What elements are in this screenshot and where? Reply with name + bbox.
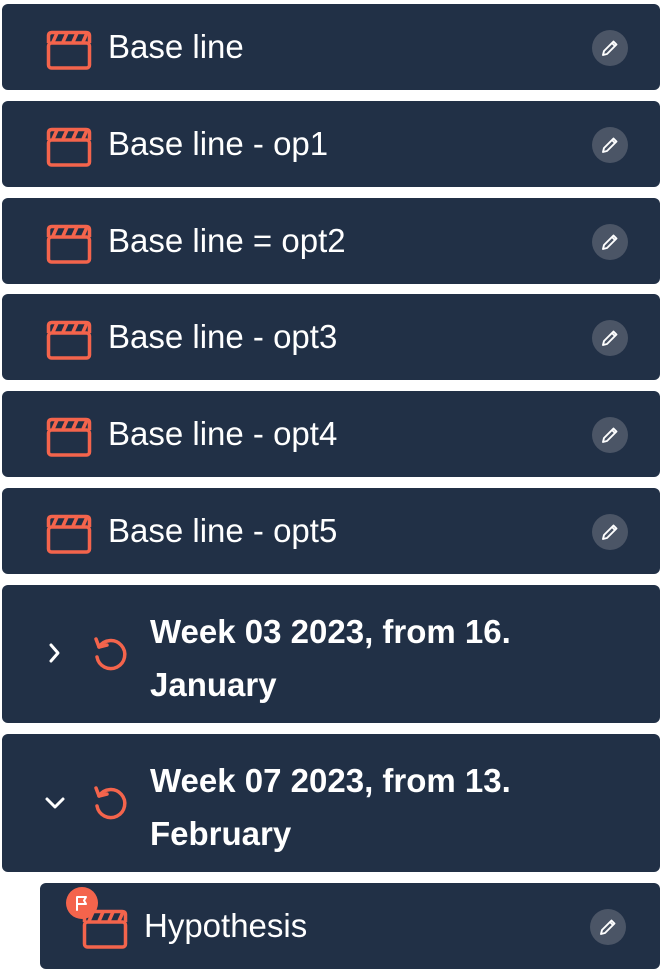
pencil-icon	[602, 137, 618, 153]
week-title: Week 03 2023, from 16. January	[150, 613, 511, 703]
scenario-item[interactable]: Base line	[2, 4, 660, 90]
scenario-label: Base line = opt2	[108, 222, 346, 259]
scenario-label: Base line - opt3	[108, 318, 338, 355]
edit-button[interactable]	[592, 127, 628, 163]
pencil-icon	[602, 234, 618, 250]
edit-button[interactable]	[592, 224, 628, 260]
week-title: Week 07 2023, from 13. February	[150, 762, 511, 852]
scenario-label: Base line - opt5	[108, 512, 338, 549]
week-group[interactable]: Week 07 2023, from 13. February	[2, 734, 660, 872]
clapperboard-icon	[46, 514, 92, 559]
hypothesis-label: Hypothesis	[144, 907, 308, 944]
scenario-label: Base line - opt4	[108, 415, 338, 452]
clapperboard-icon	[46, 30, 92, 75]
clapperboard-icon	[46, 224, 92, 269]
edit-button[interactable]	[592, 514, 628, 550]
refresh-icon	[92, 784, 130, 827]
scenario-label: Base line	[108, 28, 244, 65]
hypothesis-item[interactable]: Hypothesis	[40, 883, 660, 969]
refresh-icon	[92, 635, 130, 678]
clapperboard-icon	[46, 127, 92, 172]
pencil-icon	[602, 40, 618, 56]
pencil-icon	[600, 919, 616, 935]
pencil-icon	[602, 330, 618, 346]
scenario-item[interactable]: Base line - opt3	[2, 294, 660, 380]
chevron-right-icon[interactable]	[42, 640, 68, 666]
chevron-down-icon[interactable]	[42, 790, 68, 816]
edit-button[interactable]	[592, 320, 628, 356]
edit-button[interactable]	[592, 30, 628, 66]
edit-button[interactable]	[590, 909, 626, 945]
flag-icon	[76, 896, 87, 911]
pencil-icon	[602, 524, 618, 540]
week-group[interactable]: Week 03 2023, from 16. January	[2, 585, 660, 723]
pencil-icon	[602, 427, 618, 443]
scenario-item[interactable]: Base line = opt2	[2, 198, 660, 284]
scenario-item[interactable]: Base line - op1	[2, 101, 660, 187]
clapperboard-icon	[46, 320, 92, 365]
scenario-item[interactable]: Base line - opt4	[2, 391, 660, 477]
scenario-label: Base line - op1	[108, 125, 329, 162]
edit-button[interactable]	[592, 417, 628, 453]
clapperboard-icon	[46, 417, 92, 462]
scenario-item[interactable]: Base line - opt5	[2, 488, 660, 574]
flag-badge	[66, 887, 98, 919]
